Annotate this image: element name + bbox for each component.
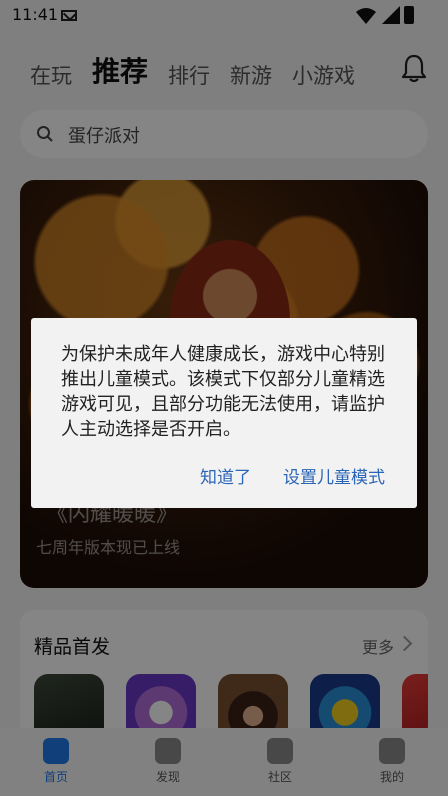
dialog-message: 为保护未成年人健康成长，游戏中心特别推出儿童模式。该模式下仅部分儿童精选游戏可见… — [61, 344, 385, 440]
set-child-mode-button[interactable]: 设置儿童模式 — [283, 463, 385, 488]
child-mode-dialog: 为保护未成年人健康成长，游戏中心特别推出儿童模式。该模式下仅部分儿童精选游戏可见… — [31, 318, 417, 508]
got-it-button[interactable]: 知道了 — [200, 463, 251, 488]
